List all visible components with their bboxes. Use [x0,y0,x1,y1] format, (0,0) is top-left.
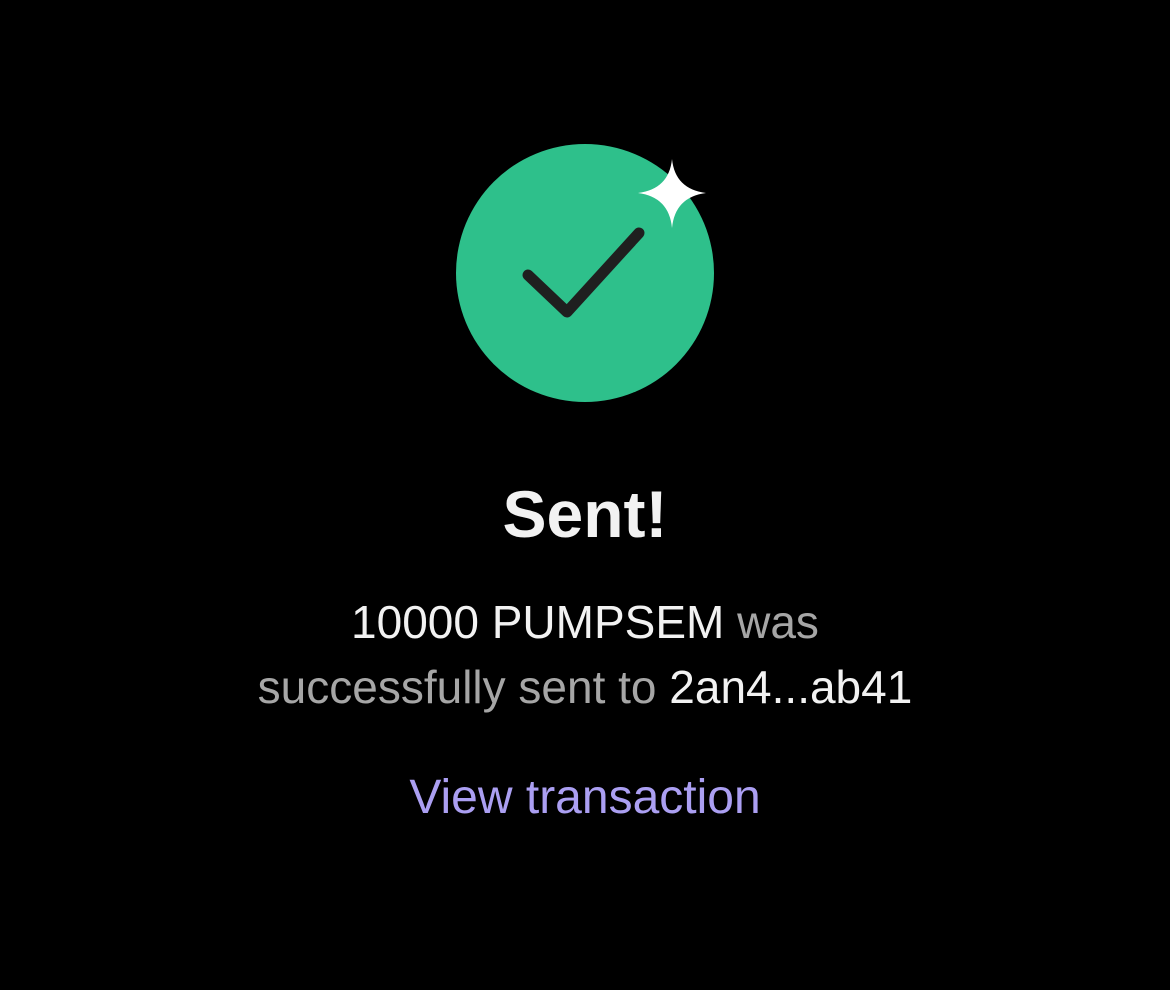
success-check-icon [456,144,714,402]
token-symbol: PUMPSEM [491,596,725,648]
success-icon-container [455,143,715,403]
recipient-address: 2an4...ab41 [669,661,913,713]
success-screen: Sent! 10000 PUMPSEM was successfully sen… [0,0,1170,990]
view-transaction-link[interactable]: View transaction [0,766,1170,830]
page-title: Sent! [502,477,668,551]
message-text-1: was [737,596,819,648]
success-message: 10000 PUMPSEM was successfully sent to 2… [160,590,1010,720]
sent-amount: 10000 [351,596,479,648]
message-text-2: successfully sent to [257,661,657,713]
